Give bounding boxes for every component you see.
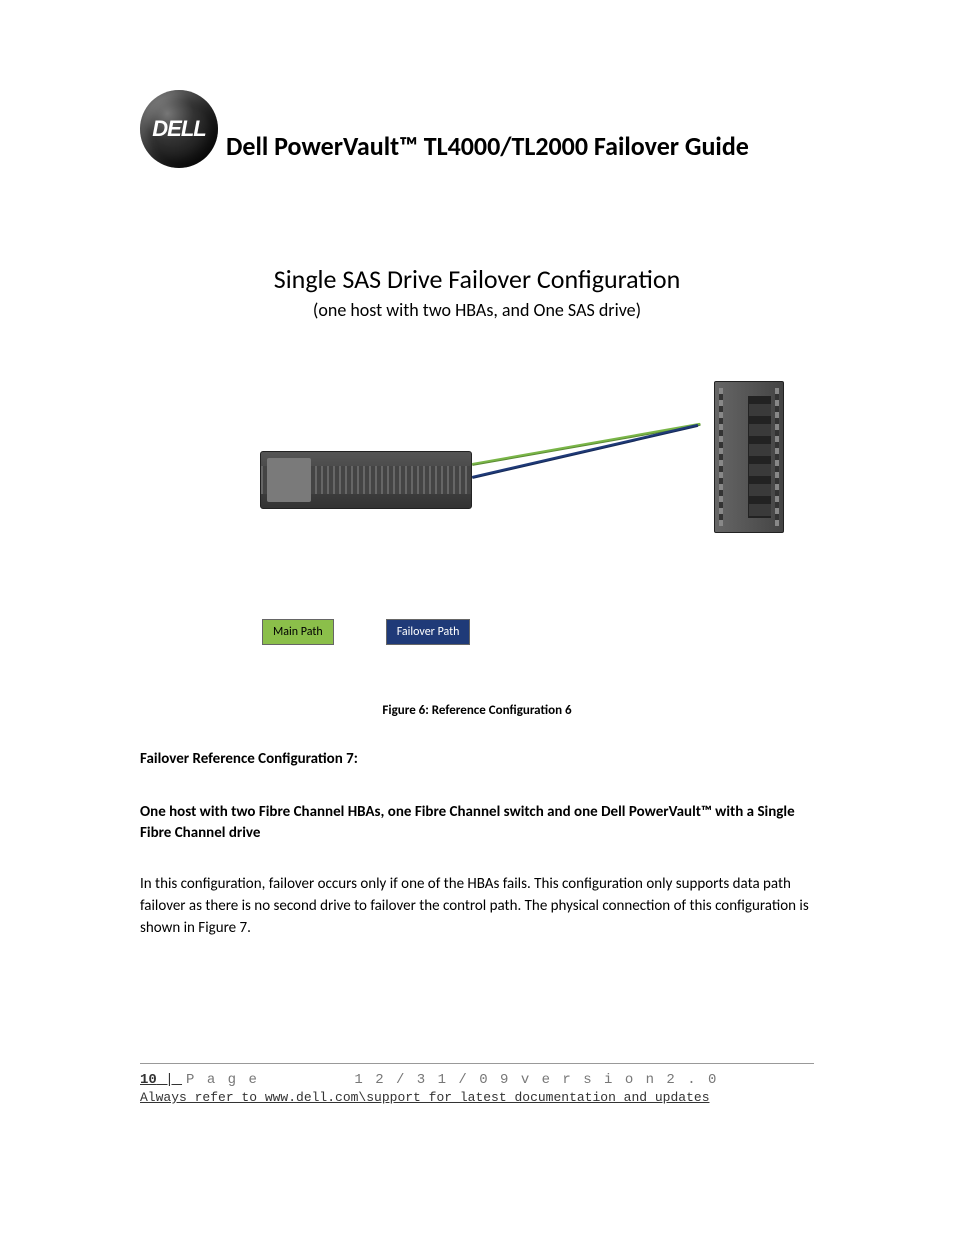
main-path-cable	[472, 423, 701, 465]
footer-note: Always refer to www.dell.com\support for…	[140, 1090, 814, 1105]
failover-path-cable	[472, 424, 699, 478]
config7-body: In this configuration, failover occurs o…	[140, 874, 814, 939]
footer-page-number: 10	[140, 1072, 157, 1088]
footer-version: 1 2 / 3 1 / 0 9 v e r s i o n 2 . 0	[259, 1072, 814, 1088]
footer-page-bar: |	[157, 1072, 182, 1088]
config7-heading: Failover Reference Configuration 7:	[140, 750, 814, 768]
figure-diagram	[140, 381, 814, 571]
figure-legend: Main Path Failover Path	[262, 619, 814, 645]
document-title: Dell PowerVault™ TL4000/TL2000 Failover …	[226, 130, 749, 168]
config7-subheading: One host with two Fibre Channel HBAs, on…	[140, 802, 814, 844]
legend-main-path: Main Path	[262, 619, 334, 645]
section-subtitle: (one host with two HBAs, and One SAS dri…	[140, 299, 814, 321]
logo-text: DELL	[152, 116, 205, 142]
host-server-icon	[714, 381, 784, 533]
dell-logo-icon: DELL	[140, 90, 218, 168]
page-header: DELL Dell PowerVault™ TL4000/TL2000 Fail…	[140, 90, 814, 168]
footer-rule	[140, 1063, 814, 1064]
section-title: Single SAS Drive Failover Configuration	[140, 263, 814, 295]
footer-page-label: P a g e	[186, 1072, 259, 1088]
tape-library-icon	[260, 451, 472, 509]
section-title-block: Single SAS Drive Failover Configuration …	[140, 263, 814, 321]
legend-failover-path: Failover Path	[386, 619, 471, 645]
page-footer: 10 | P a g e 1 2 / 3 1 / 0 9 v e r s i o…	[140, 1063, 814, 1105]
figure-caption: Figure 6: Reference Configuration 6	[140, 703, 814, 718]
